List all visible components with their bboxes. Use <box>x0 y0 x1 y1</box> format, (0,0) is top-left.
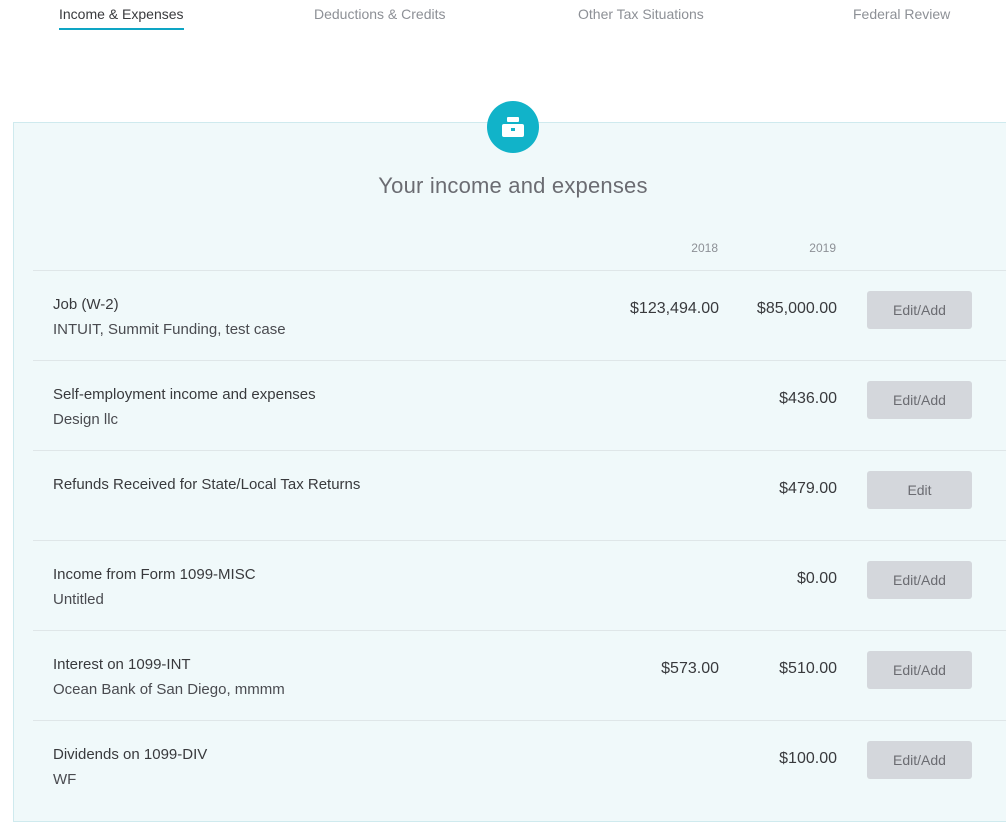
row-subtitle: Ocean Bank of San Diego, mmmm <box>53 681 285 698</box>
amount-2019: $100.00 <box>779 750 837 767</box>
list-item: Refunds Received for State/Local Tax Ret… <box>33 450 1006 540</box>
row-subtitle: Untitled <box>53 591 104 608</box>
edit-add-button[interactable]: Edit/Add <box>867 741 972 779</box>
edit-button[interactable]: Edit <box>867 471 972 509</box>
list-item: Dividends on 1099-DIV WF $100.00 Edit/Ad… <box>33 720 1006 810</box>
row-title: Income from Form 1099-MISC <box>53 566 256 583</box>
row-title: Self-employment income and expenses <box>53 386 316 403</box>
list-item: Income from Form 1099-MISC Untitled $0.0… <box>33 540 1006 630</box>
amount-2019: $479.00 <box>779 480 837 497</box>
list-item: Interest on 1099-INT Ocean Bank of San D… <box>33 630 1006 720</box>
page-title: Your income and expenses <box>378 173 648 198</box>
row-title: Job (W-2) <box>53 296 119 313</box>
tab-other-tax-situations[interactable]: Other Tax Situations <box>578 6 704 28</box>
list-item: Self-employment income and expenses Desi… <box>33 360 1006 450</box>
tab-income-expenses[interactable]: Income & Expenses <box>59 6 184 30</box>
income-list: Job (W-2) INTUIT, Summit Funding, test c… <box>33 270 1006 810</box>
tab-federal-review[interactable]: Federal Review <box>853 6 950 28</box>
cash-register-icon <box>487 101 539 153</box>
edit-add-button[interactable]: Edit/Add <box>867 381 972 419</box>
row-subtitle: WF <box>53 771 77 788</box>
row-title: Dividends on 1099-DIV <box>53 746 208 763</box>
edit-add-button[interactable]: Edit/Add <box>867 291 972 329</box>
row-subtitle: INTUIT, Summit Funding, test case <box>53 321 286 338</box>
amount-2019: $0.00 <box>796 570 837 587</box>
step-navigation: Income & Expenses Deductions & Credits O… <box>0 0 1006 40</box>
cash-register-icon-glyph <box>502 117 524 137</box>
amount-2019: $85,000.00 <box>756 300 837 317</box>
amount-2019: $436.00 <box>779 390 837 407</box>
row-subtitle: Design llc <box>53 411 119 428</box>
edit-add-button[interactable]: Edit/Add <box>867 561 972 599</box>
amount-2019: $510.00 <box>779 660 837 677</box>
list-item: Job (W-2) INTUIT, Summit Funding, test c… <box>33 270 1006 360</box>
column-header-2018: 2018 <box>691 241 718 255</box>
edit-add-button[interactable]: Edit/Add <box>867 651 972 689</box>
column-header-2019: 2019 <box>809 241 836 255</box>
row-title: Interest on 1099-INT <box>53 656 191 673</box>
tab-deductions-credits[interactable]: Deductions & Credits <box>314 6 446 28</box>
row-title: Refunds Received for State/Local Tax Ret… <box>53 476 361 493</box>
